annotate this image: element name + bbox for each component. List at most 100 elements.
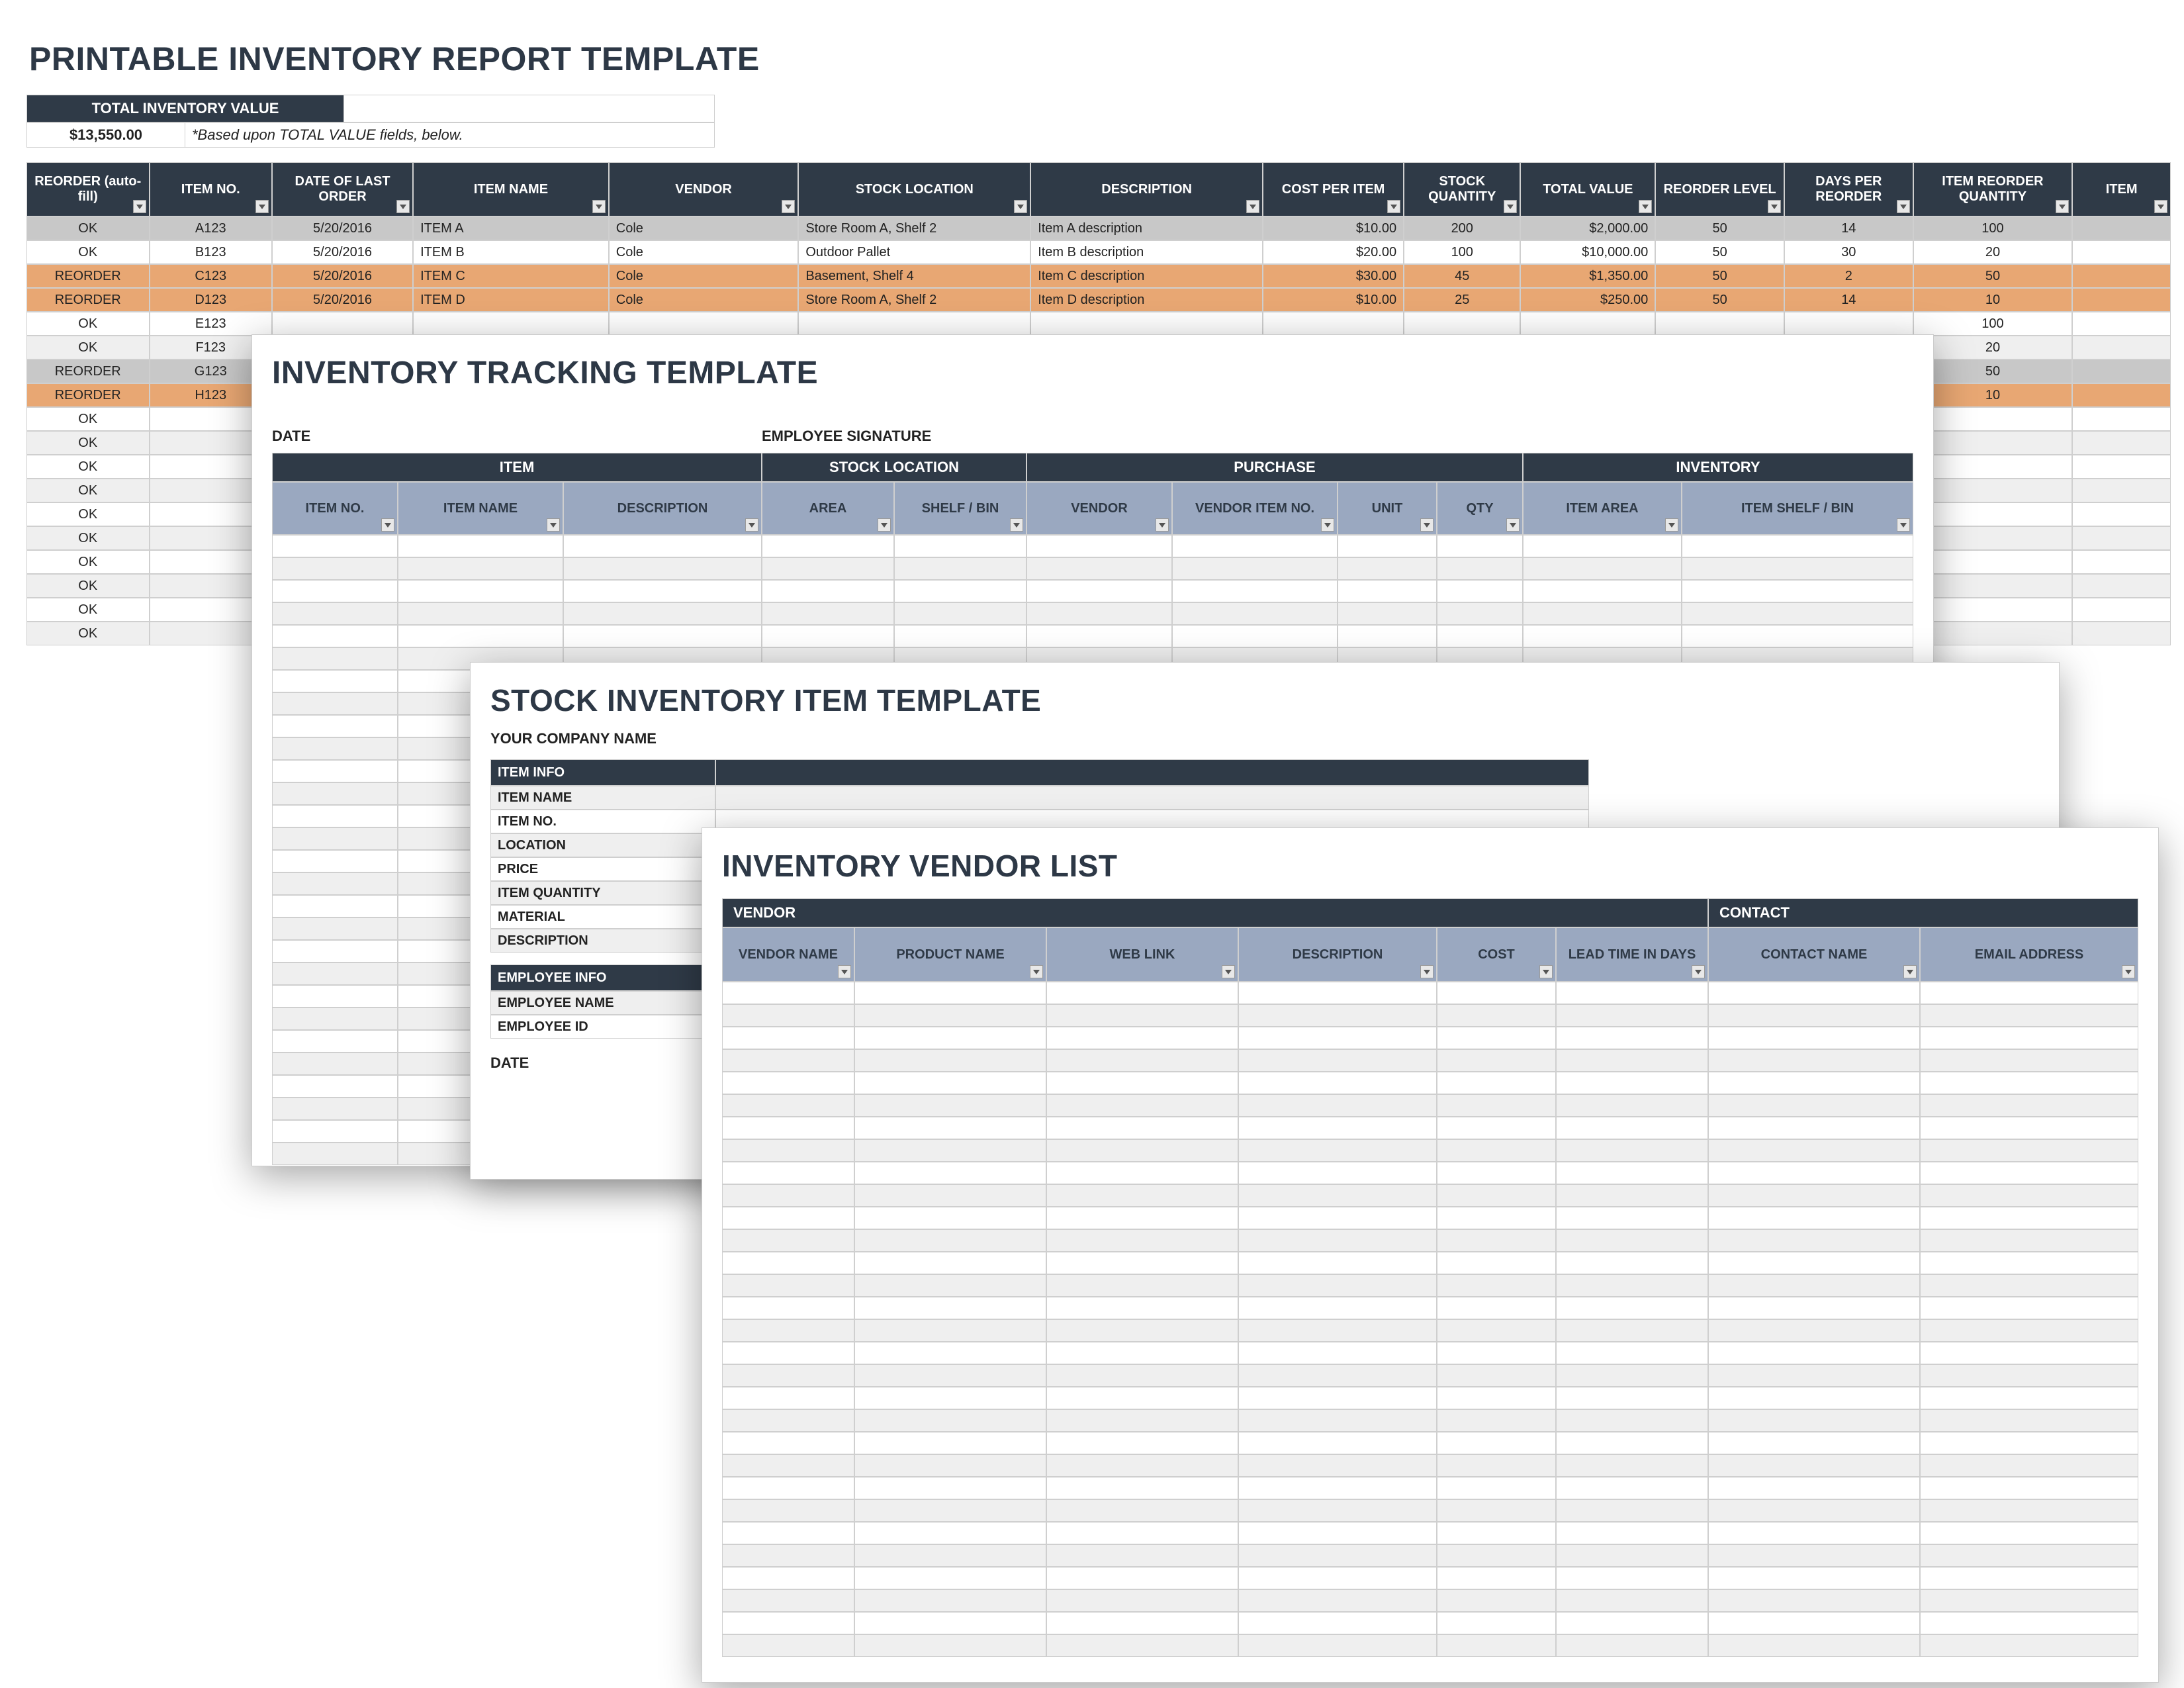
filter-dropdown-icon[interactable] [1030, 965, 1043, 978]
s4-col-1[interactable]: PRODUCT NAME [854, 927, 1046, 982]
filter-dropdown-icon[interactable] [1222, 965, 1235, 978]
s1-col-8[interactable]: STOCK QUANTITY [1404, 162, 1520, 216]
filter-dropdown-icon[interactable] [1387, 200, 1400, 213]
s1-row-0[interactable]: OKA1235/20/2016ITEM AColeStore Room A, S… [26, 216, 2171, 240]
s2-col-3[interactable]: AREA [762, 482, 894, 535]
s4-row[interactable] [722, 1004, 2158, 1027]
s1-col-13[interactable]: ITEM [2072, 162, 2171, 216]
s4-row[interactable] [722, 1544, 2158, 1567]
filter-dropdown-icon[interactable] [1903, 965, 1917, 978]
filter-dropdown-icon[interactable] [1506, 518, 1520, 532]
s4-row[interactable] [722, 1319, 2158, 1342]
filter-dropdown-icon[interactable] [1639, 200, 1652, 213]
s1-col-3[interactable]: ITEM NAME [413, 162, 609, 216]
s4-row[interactable] [722, 1297, 2158, 1319]
s4-col-5[interactable]: LEAD TIME IN DAYS [1556, 927, 1708, 982]
filter-dropdown-icon[interactable] [255, 200, 269, 213]
filter-dropdown-icon[interactable] [838, 965, 851, 978]
s4-row[interactable] [722, 1364, 2158, 1387]
s4-row[interactable] [722, 1162, 2158, 1184]
s2-col-5[interactable]: VENDOR [1026, 482, 1172, 535]
s4-row[interactable] [722, 1094, 2158, 1117]
s4-row[interactable] [722, 1589, 2158, 1612]
filter-dropdown-icon[interactable] [2056, 200, 2069, 213]
s1-row-1[interactable]: OKB1235/20/2016ITEM BColeOutdoor PalletI… [26, 240, 2171, 264]
filter-dropdown-icon[interactable] [1420, 518, 1433, 532]
s4-row[interactable] [722, 1454, 2158, 1477]
s4-row[interactable] [722, 1229, 2158, 1252]
s4-row[interactable] [722, 1072, 2158, 1094]
s4-row[interactable] [722, 1274, 2158, 1297]
s1-row-3[interactable]: REORDERD1235/20/2016ITEM DColeStore Room… [26, 288, 2171, 312]
filter-dropdown-icon[interactable] [1768, 200, 1781, 213]
filter-dropdown-icon[interactable] [1897, 200, 1910, 213]
s2-col-10[interactable]: ITEM SHELF / BIN [1682, 482, 1913, 535]
s1-col-1[interactable]: ITEM NO. [150, 162, 273, 216]
s2-col-6[interactable]: VENDOR ITEM NO. [1172, 482, 1338, 535]
s1-col-9[interactable]: TOTAL VALUE [1520, 162, 1655, 216]
s1-row-2[interactable]: REORDERC1235/20/2016ITEM CColeBasement, … [26, 264, 2171, 288]
filter-dropdown-icon[interactable] [878, 518, 891, 532]
filter-dropdown-icon[interactable] [1665, 518, 1678, 532]
s4-row[interactable] [722, 1387, 2158, 1409]
filter-dropdown-icon[interactable] [1504, 200, 1517, 213]
s4-row[interactable] [722, 1612, 2158, 1634]
filter-dropdown-icon[interactable] [745, 518, 758, 532]
filter-dropdown-icon[interactable] [2122, 965, 2135, 978]
s2-col-4[interactable]: SHELF / BIN [894, 482, 1026, 535]
filter-dropdown-icon[interactable] [381, 518, 394, 532]
s1-col-6[interactable]: DESCRIPTION [1030, 162, 1263, 216]
s4-col-3[interactable]: DESCRIPTION [1238, 927, 1437, 982]
s4-row[interactable] [722, 1522, 2158, 1544]
s2-row[interactable] [272, 625, 1933, 647]
s2-col-2[interactable]: DESCRIPTION [563, 482, 762, 535]
s4-col-4[interactable]: COST [1437, 927, 1556, 982]
s4-row[interactable] [722, 1049, 2158, 1072]
s4-col-0[interactable]: VENDOR NAME [722, 927, 854, 982]
s4-row[interactable] [722, 1027, 2158, 1049]
s4-row[interactable] [722, 1567, 2158, 1589]
filter-dropdown-icon[interactable] [547, 518, 560, 532]
s3-item-value[interactable] [715, 786, 1589, 810]
s1-col-12[interactable]: ITEM REORDER QUANTITY [1913, 162, 2073, 216]
filter-dropdown-icon[interactable] [1156, 518, 1169, 532]
s2-col-9[interactable]: ITEM AREA [1523, 482, 1682, 535]
s4-row[interactable] [722, 1184, 2158, 1207]
s1-col-10[interactable]: REORDER LEVEL [1655, 162, 1784, 216]
s1-col-5[interactable]: STOCK LOCATION [798, 162, 1030, 216]
s4-row[interactable] [722, 1409, 2158, 1432]
s2-col-1[interactable]: ITEM NAME [398, 482, 563, 535]
s2-row[interactable] [272, 580, 1933, 602]
s4-row[interactable] [722, 1139, 2158, 1162]
filter-dropdown-icon[interactable] [1420, 965, 1433, 978]
s4-row[interactable] [722, 982, 2158, 1004]
filter-dropdown-icon[interactable] [1539, 965, 1553, 978]
s2-col-0[interactable]: ITEM NO. [272, 482, 398, 535]
filter-dropdown-icon[interactable] [133, 200, 146, 213]
s2-col-8[interactable]: QTY [1437, 482, 1523, 535]
s4-row[interactable] [722, 1252, 2158, 1274]
s1-col-7[interactable]: COST PER ITEM [1263, 162, 1404, 216]
s2-row[interactable] [272, 535, 1933, 557]
s2-row[interactable] [272, 602, 1933, 625]
s4-row[interactable] [722, 1432, 2158, 1454]
s1-row-4[interactable]: OKE123100 [26, 312, 2171, 336]
s4-row[interactable] [722, 1117, 2158, 1139]
filter-dropdown-icon[interactable] [1692, 965, 1705, 978]
s1-col-0[interactable]: REORDER (auto-fill) [26, 162, 150, 216]
filter-dropdown-icon[interactable] [1014, 200, 1027, 213]
s4-col-7[interactable]: EMAIL ADDRESS [1920, 927, 2138, 982]
s4-col-6[interactable]: CONTACT NAME [1708, 927, 1920, 982]
filter-dropdown-icon[interactable] [1246, 200, 1259, 213]
s4-row[interactable] [722, 1634, 2158, 1657]
s4-row[interactable] [722, 1342, 2158, 1364]
s4-col-2[interactable]: WEB LINK [1046, 927, 1238, 982]
filter-dropdown-icon[interactable] [2154, 200, 2167, 213]
filter-dropdown-icon[interactable] [1321, 518, 1334, 532]
filter-dropdown-icon[interactable] [396, 200, 410, 213]
s2-row[interactable] [272, 557, 1933, 580]
filter-dropdown-icon[interactable] [1897, 518, 1910, 532]
s2-col-7[interactable]: UNIT [1338, 482, 1437, 535]
filter-dropdown-icon[interactable] [782, 200, 795, 213]
s4-row[interactable] [722, 1477, 2158, 1499]
